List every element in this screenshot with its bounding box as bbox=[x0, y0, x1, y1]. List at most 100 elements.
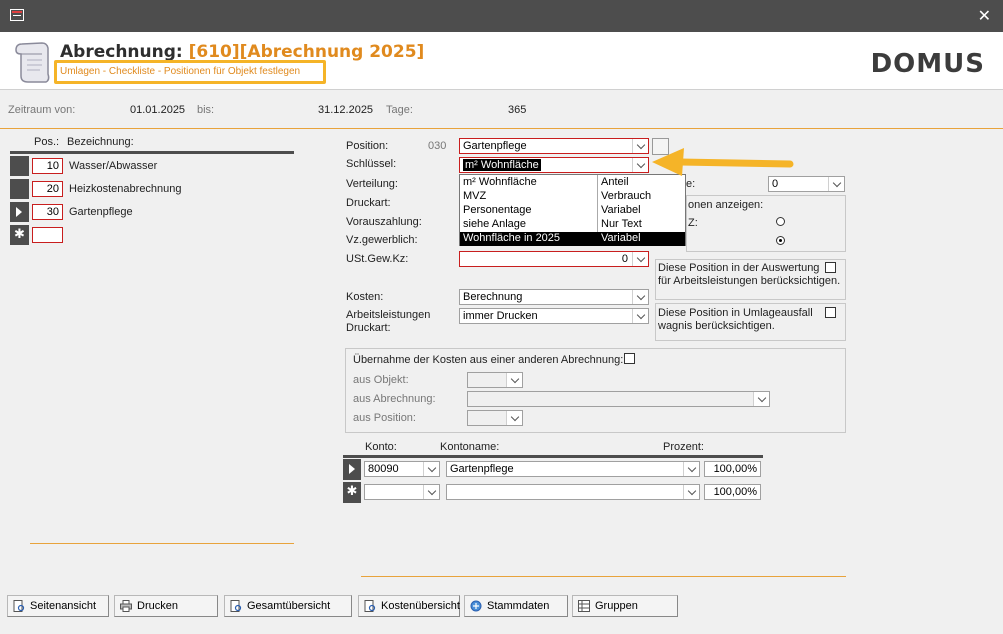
schluessel-select[interactable]: m² Wohnfläche bbox=[459, 157, 649, 173]
schluessel-label: Schlüssel: bbox=[346, 158, 397, 170]
druckart-label: Druckart: bbox=[346, 197, 391, 209]
seitenansicht-button[interactable]: Seitenansicht bbox=[7, 595, 109, 617]
dropdown-option[interactable]: MVZ Verbrauch bbox=[460, 190, 685, 204]
auswertung-text-1: Diese Position in der Auswertung bbox=[658, 262, 820, 274]
kontoname-select[interactable]: Gartenpflege bbox=[446, 461, 700, 477]
chevron-down-icon[interactable] bbox=[753, 392, 769, 406]
radio-option-1[interactable] bbox=[776, 217, 785, 226]
konto-select[interactable]: 80090 bbox=[364, 461, 440, 477]
gruppen-button[interactable]: Gruppen bbox=[572, 595, 678, 617]
col-name-header: Bezeichnung: bbox=[67, 136, 134, 148]
new-row-pos-input[interactable] bbox=[32, 227, 63, 243]
position-select[interactable]: Gartenpflege bbox=[459, 138, 649, 154]
chevron-down-icon[interactable] bbox=[683, 485, 699, 499]
schluessel-dropdown-list[interactable]: m² Wohnfläche Anteil MVZ Verbrauch Persone… bbox=[459, 174, 686, 246]
cost-overview-icon bbox=[364, 600, 376, 612]
table-row-pos[interactable]: 20 bbox=[32, 181, 63, 197]
table-row-name[interactable]: Heizkostenabrechnung bbox=[69, 183, 182, 195]
table-row-name[interactable]: Wasser/Abwasser bbox=[69, 160, 157, 172]
overview-icon bbox=[230, 600, 242, 612]
list-header-bar bbox=[10, 151, 294, 154]
page-view-icon bbox=[13, 600, 25, 612]
new-row-icon[interactable]: ✱ bbox=[10, 225, 29, 245]
row-selector[interactable] bbox=[10, 156, 29, 176]
divider bbox=[361, 576, 846, 577]
page-title: Abrechnung: [610][Abrechnung 2025] bbox=[60, 42, 425, 62]
chevron-down-icon[interactable] bbox=[423, 485, 439, 499]
radio1-label: Z: bbox=[688, 217, 698, 229]
table-row-pos[interactable]: 30 bbox=[32, 204, 63, 220]
period-to-value: 31.12.2025 bbox=[318, 104, 374, 116]
chevron-down-icon[interactable] bbox=[632, 139, 648, 153]
period-to-label: bis: bbox=[197, 104, 215, 116]
stammdaten-button[interactable]: Stammdaten bbox=[464, 595, 568, 617]
kosten-label: Kosten: bbox=[346, 291, 384, 303]
umlageausfall-text-2: wagnis berücksichtigen. bbox=[658, 320, 775, 332]
table-row-name[interactable]: Gartenpflege bbox=[69, 206, 133, 218]
auswertung-checkbox[interactable] bbox=[825, 262, 836, 273]
chevron-down-icon[interactable] bbox=[632, 252, 648, 266]
col-pos-header: Pos.: bbox=[34, 136, 60, 148]
konto-header-bar bbox=[343, 455, 763, 458]
konto-new-row-icon[interactable]: ✱ bbox=[343, 482, 361, 503]
arbeitsleistungen-druckart-label: Druckart: bbox=[346, 322, 391, 334]
aus-position-select[interactable] bbox=[467, 410, 523, 426]
konto-select-new[interactable] bbox=[364, 484, 440, 500]
aus-objekt-select[interactable] bbox=[467, 372, 523, 388]
kostenuebersicht-button[interactable]: Kostenübersicht bbox=[358, 595, 460, 617]
chevron-down-icon[interactable] bbox=[632, 309, 648, 323]
chevron-down-icon[interactable] bbox=[506, 373, 522, 387]
period-from-value: 01.01.2025 bbox=[130, 104, 186, 116]
aus-abrechnung-label: aus Abrechnung: bbox=[353, 393, 436, 405]
divider bbox=[30, 543, 294, 544]
partial-select[interactable]: 0 bbox=[768, 176, 845, 192]
row-selector-current[interactable] bbox=[10, 202, 29, 222]
kontoname-select-new[interactable] bbox=[446, 484, 700, 500]
prozent-input[interactable]: 100,00% bbox=[704, 461, 761, 477]
vzgewerblich-label: Vz.gewerblich: bbox=[346, 234, 418, 246]
dropdown-option[interactable]: siehe Anlage Nur Text bbox=[460, 218, 685, 232]
period-from-label: Zeitraum von: bbox=[8, 104, 76, 116]
groups-icon bbox=[578, 600, 590, 612]
app-form-icon bbox=[10, 9, 24, 21]
table-row-pos[interactable]: 10 bbox=[32, 158, 63, 174]
chevron-down-icon[interactable] bbox=[506, 411, 522, 425]
uebernahme-title: Übernahme der Kosten aus einer anderen A… bbox=[353, 354, 624, 366]
konto-row-selector-current[interactable] bbox=[343, 459, 361, 480]
radio-option-2[interactable] bbox=[776, 236, 785, 245]
master-data-icon bbox=[470, 600, 482, 612]
gesamtuebersicht-button[interactable]: Gesamtübersicht bbox=[224, 595, 352, 617]
dropdown-option-selected[interactable]: Wohnfläche in 2025 Variabel bbox=[460, 232, 685, 246]
page-title-accent: [610][Abrechnung 2025] bbox=[188, 42, 425, 62]
scroll-icon bbox=[15, 42, 50, 83]
position-label: Position: bbox=[346, 140, 389, 152]
divider bbox=[0, 128, 1003, 129]
chevron-down-icon[interactable] bbox=[828, 177, 844, 191]
chevron-down-icon[interactable] bbox=[632, 290, 648, 304]
row-selector[interactable] bbox=[10, 179, 29, 199]
umlageausfall-checkbox[interactable] bbox=[825, 307, 836, 318]
chevron-down-icon[interactable] bbox=[683, 462, 699, 476]
chevron-down-icon[interactable] bbox=[423, 462, 439, 476]
position-number: 030 bbox=[428, 140, 447, 152]
col-konto-header: Konto: bbox=[365, 441, 397, 453]
drucken-button[interactable]: Drucken bbox=[114, 595, 218, 617]
close-icon[interactable]: ✕ bbox=[978, 6, 991, 26]
window-titlebar: ✕ bbox=[0, 0, 1003, 32]
verteilung-label: Verteilung: bbox=[346, 178, 398, 190]
partial-label: e: bbox=[686, 178, 696, 190]
prozent-input-new[interactable]: 100,00% bbox=[704, 484, 761, 500]
dropdown-option[interactable]: Personentage Variabel bbox=[460, 204, 685, 218]
anzeigen-label: onen anzeigen: bbox=[688, 199, 764, 211]
chevron-down-icon[interactable] bbox=[632, 158, 648, 172]
ustgewkz-select[interactable]: 0 bbox=[459, 251, 649, 267]
highlight-box bbox=[54, 60, 326, 84]
domus-logo: DOMUS bbox=[870, 49, 985, 79]
aus-abrechnung-select[interactable] bbox=[467, 391, 770, 407]
uebernahme-checkbox[interactable] bbox=[624, 353, 635, 364]
kosten-select[interactable]: Berechnung bbox=[459, 289, 649, 305]
aus-objekt-label: aus Objekt: bbox=[353, 374, 409, 386]
auswertung-text-2: für Arbeitsleistungen berücksichtigen. bbox=[658, 275, 841, 287]
arbeitsleistungen-select[interactable]: immer Drucken bbox=[459, 308, 649, 324]
umlageausfall-text-1: Diese Position in Umlageausfall bbox=[658, 307, 813, 319]
